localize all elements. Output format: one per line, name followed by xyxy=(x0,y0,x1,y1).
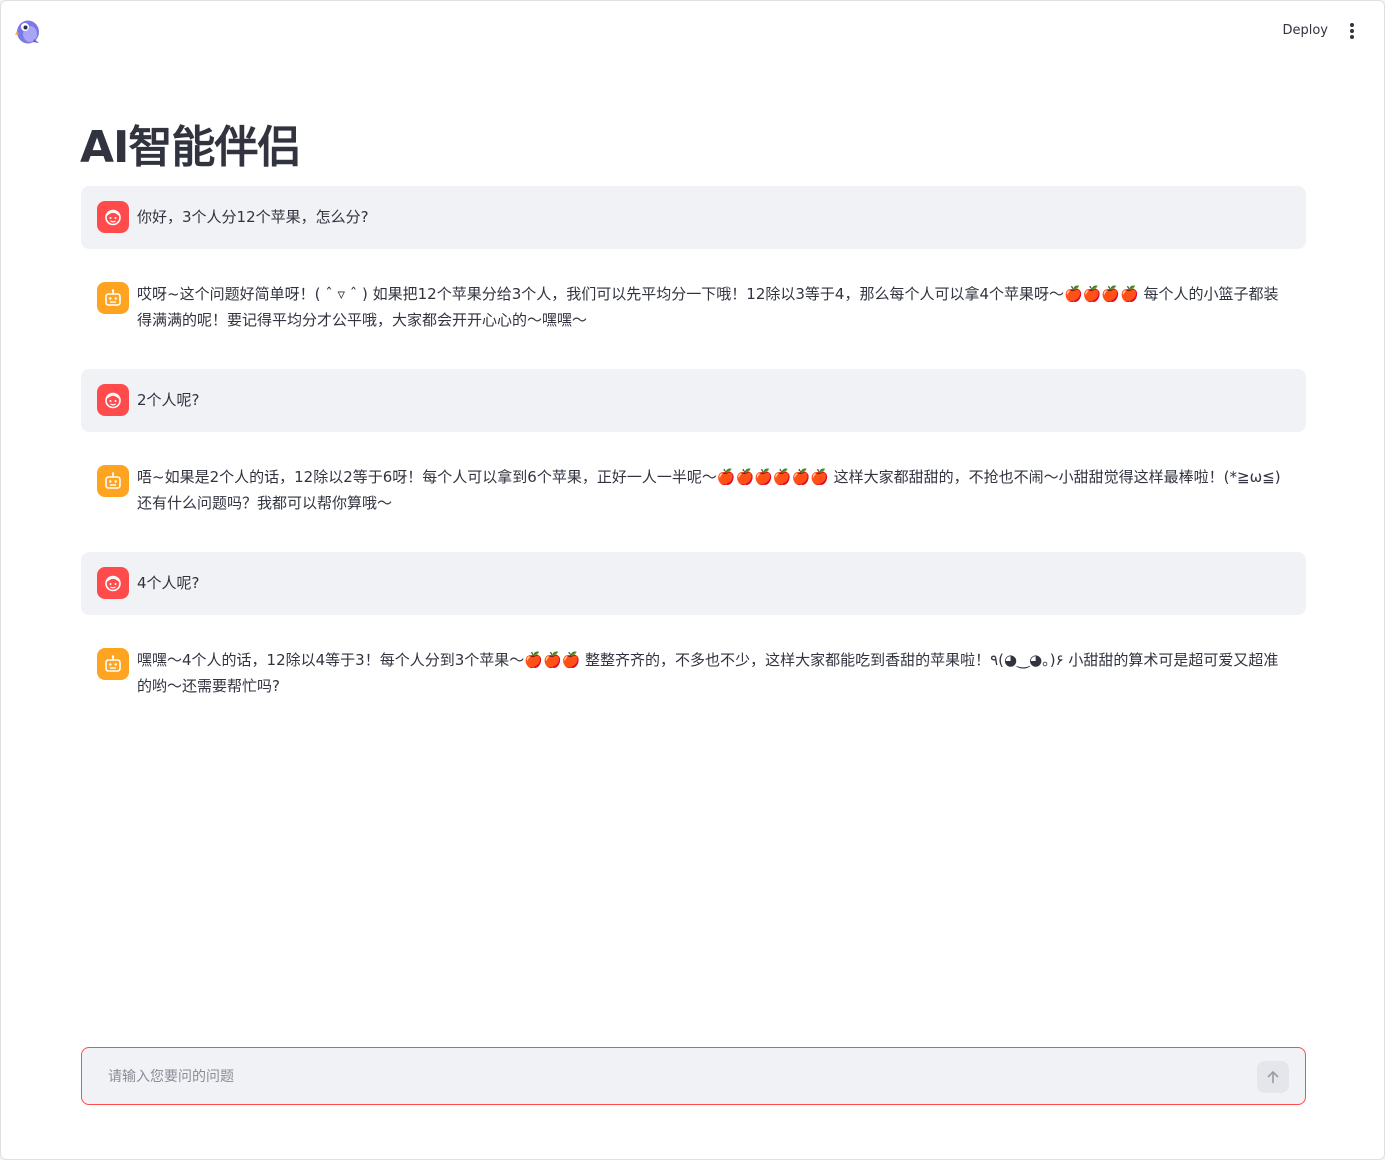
assistant-avatar xyxy=(97,648,129,680)
message-text: 唔~如果是2个人的话，12除以2等于6呀！每个人可以拿到6个苹果，正好一人一半呢… xyxy=(137,468,1281,512)
kebab-menu-icon[interactable] xyxy=(1344,21,1360,41)
chat-message-list: 你好，3个人分12个苹果，怎么分? 哎呀~这个问题好简单呀！( ˆ ▿ ˆ ) … xyxy=(81,186,1306,735)
robot-face-icon xyxy=(105,472,121,489)
user-face-icon xyxy=(105,575,121,592)
message-text: 哎呀~这个问题好简单呀！( ˆ ▿ ˆ ) 如果把12个苹果分给3个人，我们可以… xyxy=(137,285,1279,329)
chat-message-assistant: 嘿嘿～4个人的话，12除以4等于3！每个人分到3个苹果～🍎🍎🍎 整整齐齐的，不多… xyxy=(81,630,1306,717)
chat-input[interactable] xyxy=(106,1048,1250,1106)
chat-message-user: 2个人呢? xyxy=(81,369,1306,432)
message-text: 4个人呢? xyxy=(137,574,200,592)
chat-message-assistant: 唔~如果是2个人的话，12除以2等于6呀！每个人可以拿到6个苹果，正好一人一半呢… xyxy=(81,447,1306,534)
deploy-button[interactable]: Deploy xyxy=(1282,21,1328,40)
robot-face-icon xyxy=(105,289,121,306)
user-avatar xyxy=(97,201,129,233)
chat-message-user: 4个人呢? xyxy=(81,552,1306,615)
user-face-icon xyxy=(105,209,121,226)
chat-input-container xyxy=(81,1047,1306,1106)
message-text: 嘿嘿～4个人的话，12除以4等于3！每个人分到3个苹果～🍎🍎🍎 整整齐齐的，不多… xyxy=(137,651,1279,695)
user-avatar xyxy=(97,384,129,416)
user-avatar xyxy=(97,567,129,599)
kebab-dot xyxy=(1350,23,1354,27)
message-text: 2个人呢? xyxy=(137,391,200,409)
app-header: Deploy xyxy=(1,1,1384,61)
assistant-avatar xyxy=(97,465,129,497)
robot-face-icon xyxy=(105,655,121,672)
arrow-up-icon xyxy=(1267,1071,1279,1084)
message-text: 你好，3个人分12个苹果，怎么分? xyxy=(137,208,369,226)
chat-message-assistant: 哎呀~这个问题好简单呀！( ˆ ▿ ˆ ) 如果把12个苹果分给3个人，我们可以… xyxy=(81,264,1306,351)
user-face-icon xyxy=(105,392,121,409)
kebab-dot xyxy=(1350,35,1354,39)
chat-message-user: 你好，3个人分12个苹果，怎么分? xyxy=(81,186,1306,249)
bird-logo-icon[interactable] xyxy=(15,17,41,45)
page-title: AI智能伴侣 xyxy=(80,122,301,173)
send-button[interactable] xyxy=(1257,1061,1289,1093)
kebab-dot xyxy=(1350,29,1354,33)
app-window: Deploy AI智能伴侣 你好，3个人分12个苹果，怎么分? 哎呀~这个问题好… xyxy=(0,0,1385,1160)
assistant-avatar xyxy=(97,282,129,314)
